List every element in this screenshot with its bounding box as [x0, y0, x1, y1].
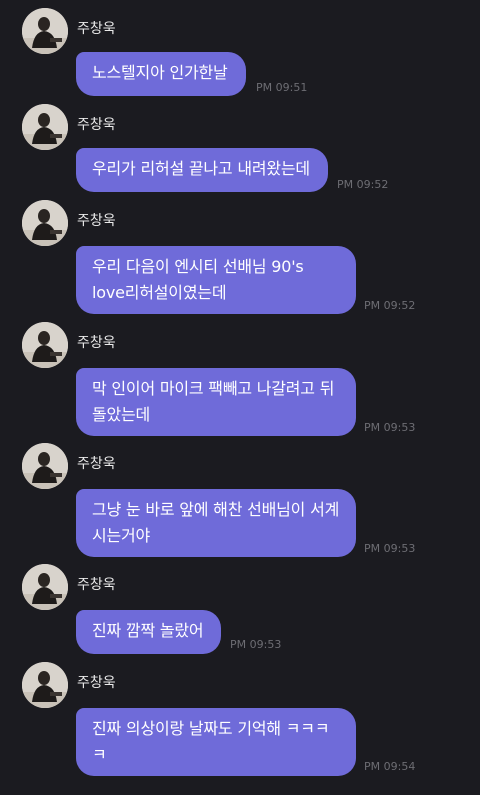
message-bubble[interactable]: 진짜 깜짝 놀랐어 [76, 610, 221, 654]
profile-photo-icon [22, 104, 68, 150]
avatar[interactable] [22, 200, 68, 246]
avatar[interactable] [22, 662, 68, 708]
message-time: PM 09:52 [364, 299, 416, 312]
profile-photo-icon [22, 200, 68, 246]
message-time: PM 09:54 [364, 760, 416, 773]
sender-name: 주창욱 [77, 577, 116, 593]
sender-name: 주창욱 [77, 335, 116, 351]
sender-name: 주창욱 [77, 675, 116, 691]
avatar[interactable] [22, 8, 68, 54]
message-time: PM 09:53 [364, 542, 416, 555]
sender-name: 주창욱 [77, 213, 116, 229]
sender-name: 주창욱 [77, 21, 116, 37]
message-time: PM 09:52 [337, 178, 389, 191]
profile-photo-icon [22, 662, 68, 708]
chat-thread: 주창욱 노스텔지아 인가한날 PM 09:51 주창욱 우리가 리허설 끝나고 … [0, 0, 480, 795]
message-bubble[interactable]: 진짜 의상이랑 날짜도 기억해 ㅋㅋㅋ ㅋ [76, 708, 356, 776]
message-time: PM 09:53 [364, 421, 416, 434]
message-bubble[interactable]: 막 인이어 마이크 팩빼고 나갈려고 뒤 돌았는데 [76, 368, 356, 436]
profile-photo-icon [22, 322, 68, 368]
avatar[interactable] [22, 564, 68, 610]
avatar[interactable] [22, 443, 68, 489]
message-bubble[interactable]: 우리가 리허설 끝나고 내려왔는데 [76, 148, 328, 192]
sender-name: 주창욱 [77, 456, 116, 472]
profile-photo-icon [22, 8, 68, 54]
message-time: PM 09:53 [230, 638, 282, 651]
message-bubble[interactable]: 우리 다음이 엔시티 선배님 90's love리허설이였는데 [76, 246, 356, 314]
profile-photo-icon [22, 443, 68, 489]
profile-photo-icon [22, 564, 68, 610]
avatar[interactable] [22, 322, 68, 368]
avatar[interactable] [22, 104, 68, 150]
message-bubble[interactable]: 그냥 눈 바로 앞에 해찬 선배님이 서계 시는거야 [76, 489, 356, 557]
message-bubble[interactable]: 노스텔지아 인가한날 [76, 52, 246, 96]
sender-name: 주창욱 [77, 117, 116, 133]
message-time: PM 09:51 [256, 81, 308, 94]
